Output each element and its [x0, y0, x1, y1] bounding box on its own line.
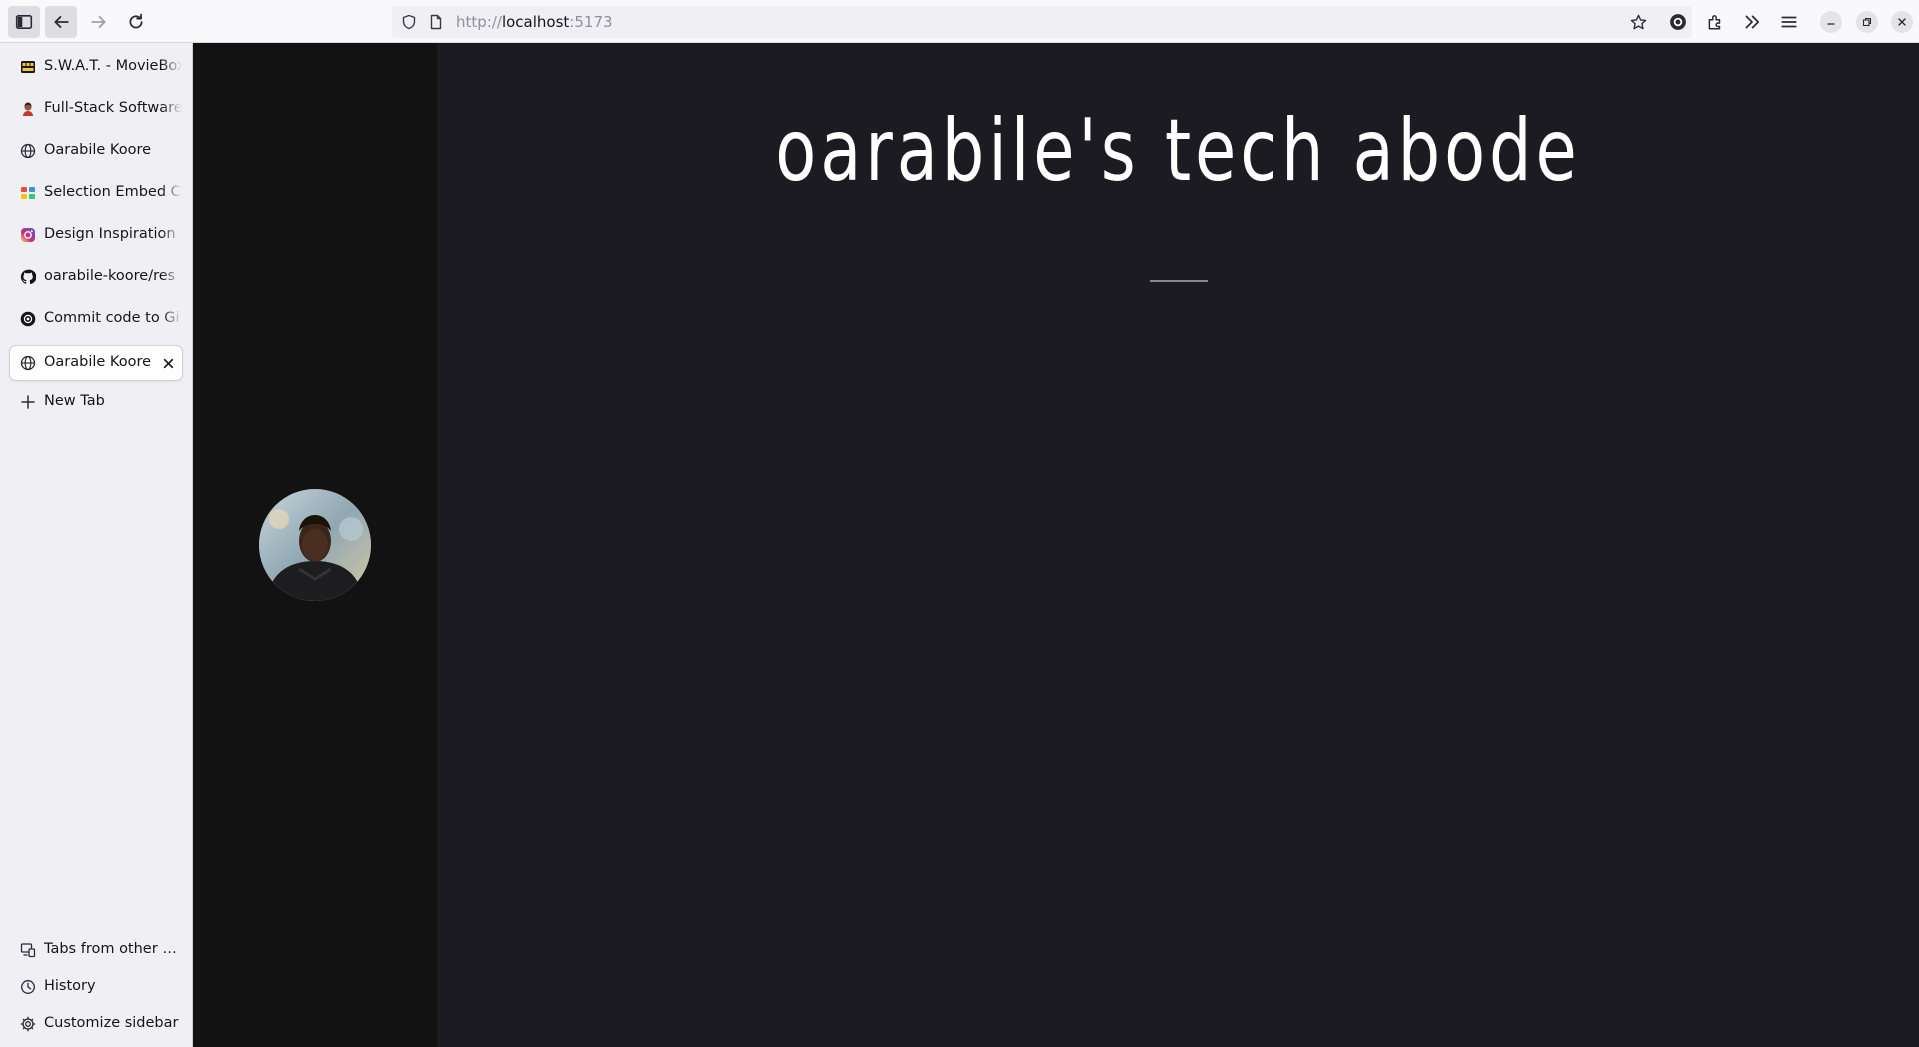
- clock-icon: [20, 979, 36, 995]
- vertical-tabs-sidebar: S.W.A.T. - MovieBox Full-Stack Software …: [0, 43, 193, 1047]
- left-panel: [193, 43, 437, 1047]
- tab-label: S.W.A.T. - MovieBox: [44, 58, 182, 74]
- tab-label: Full-Stack Software: [44, 100, 182, 116]
- chevrons-right-icon: [1745, 15, 1760, 29]
- tab-label: Selection Embed C: [44, 184, 181, 200]
- profile-photo: [259, 489, 371, 601]
- profile-avatar: [259, 489, 371, 601]
- tabs-from-other-devices-label: Tabs from other devices: [44, 941, 179, 957]
- moviebox-favicon-icon: [20, 59, 36, 75]
- reload-button[interactable]: [120, 6, 152, 38]
- tab-item[interactable]: Full-Stack Software: [10, 92, 182, 126]
- shield-icon[interactable]: [400, 13, 418, 31]
- browser-toolbar: http://localhost:5173: [0, 0, 1919, 43]
- customize-sidebar-label: Customize sidebar: [44, 1015, 179, 1031]
- sidebar-toggle-button[interactable]: [8, 6, 40, 38]
- restore-icon: [1862, 17, 1872, 27]
- tab-item[interactable]: oarabile-koore/res: [10, 260, 182, 294]
- title-divider: [1150, 280, 1208, 282]
- close-tab-icon[interactable]: [160, 355, 176, 371]
- url-host: localhost: [501, 13, 570, 31]
- record-icon: [1670, 14, 1686, 30]
- url-port: :5173: [569, 13, 613, 31]
- sidebar-icon: [15, 15, 33, 29]
- page-icon[interactable]: [427, 13, 445, 31]
- new-tab-label: New Tab: [44, 393, 105, 409]
- github-icon: [20, 269, 36, 285]
- url-prefix: http://: [456, 13, 502, 31]
- extension-button[interactable]: [1662, 6, 1694, 38]
- instagram-icon: [20, 227, 36, 243]
- history-label: History: [44, 978, 96, 994]
- selection-favicon-icon: [20, 185, 36, 201]
- forward-button[interactable]: [83, 6, 115, 38]
- back-button[interactable]: [45, 6, 77, 38]
- tabs-from-other-devices-button[interactable]: Tabs from other devices: [10, 935, 182, 965]
- hamburger-icon: [1781, 16, 1797, 28]
- history-button[interactable]: History: [10, 972, 182, 1002]
- close-icon: [1898, 18, 1906, 26]
- globe-icon: [20, 355, 36, 371]
- synced-tabs-icon: [20, 942, 36, 958]
- bookmark-star-icon[interactable]: [1629, 13, 1647, 31]
- tab-label: Oarabile Koore: [44, 142, 152, 158]
- tab-item[interactable]: Commit code to Gi: [10, 302, 182, 336]
- restore-button[interactable]: [1856, 11, 1878, 33]
- browser-window: http://localhost:5173 S.W.A.T. - MovieBo…: [0, 0, 1919, 1047]
- page-title: oarabile's tech abode: [775, 101, 1581, 201]
- tab-item-selected[interactable]: Oarabile Koore: [10, 346, 182, 380]
- tab-item[interactable]: Design Inspiration: [10, 218, 182, 252]
- arrow-left-icon: [54, 16, 69, 28]
- web-page: oarabile's tech abode: [193, 43, 1919, 1047]
- minimize-icon: [1827, 23, 1835, 25]
- gear-icon: [20, 1016, 36, 1032]
- tab-label: Commit code to Gi: [44, 310, 180, 326]
- tab-label: Oarabile Koore: [44, 354, 152, 370]
- new-tab-button[interactable]: New Tab: [10, 385, 182, 419]
- app-menu-button[interactable]: [1773, 6, 1805, 38]
- reload-icon: [129, 13, 143, 29]
- tab-item[interactable]: Selection Embed C: [10, 176, 182, 210]
- puzzle-icon: [1708, 15, 1721, 30]
- plus-icon: [20, 394, 36, 410]
- avatar-favicon-icon: [20, 101, 36, 117]
- minimize-button[interactable]: [1820, 11, 1842, 33]
- tab-item[interactable]: S.W.A.T. - MovieBox: [10, 50, 182, 84]
- close-window-button[interactable]: [1891, 11, 1913, 33]
- overflow-menu-button[interactable]: [1736, 6, 1768, 38]
- url-text[interactable]: http://localhost:5173: [456, 13, 613, 31]
- tab-label: oarabile-koore/res: [44, 268, 176, 284]
- tab-label: Design Inspiration: [44, 226, 176, 242]
- url-bar[interactable]: http://localhost:5173: [392, 6, 1692, 38]
- customize-sidebar-button[interactable]: Customize sidebar: [10, 1009, 182, 1039]
- openai-icon: [20, 311, 36, 327]
- tab-item[interactable]: Oarabile Koore: [10, 134, 182, 168]
- extensions-button[interactable]: [1699, 6, 1731, 38]
- arrow-right-icon: [91, 16, 106, 28]
- globe-icon: [20, 143, 36, 159]
